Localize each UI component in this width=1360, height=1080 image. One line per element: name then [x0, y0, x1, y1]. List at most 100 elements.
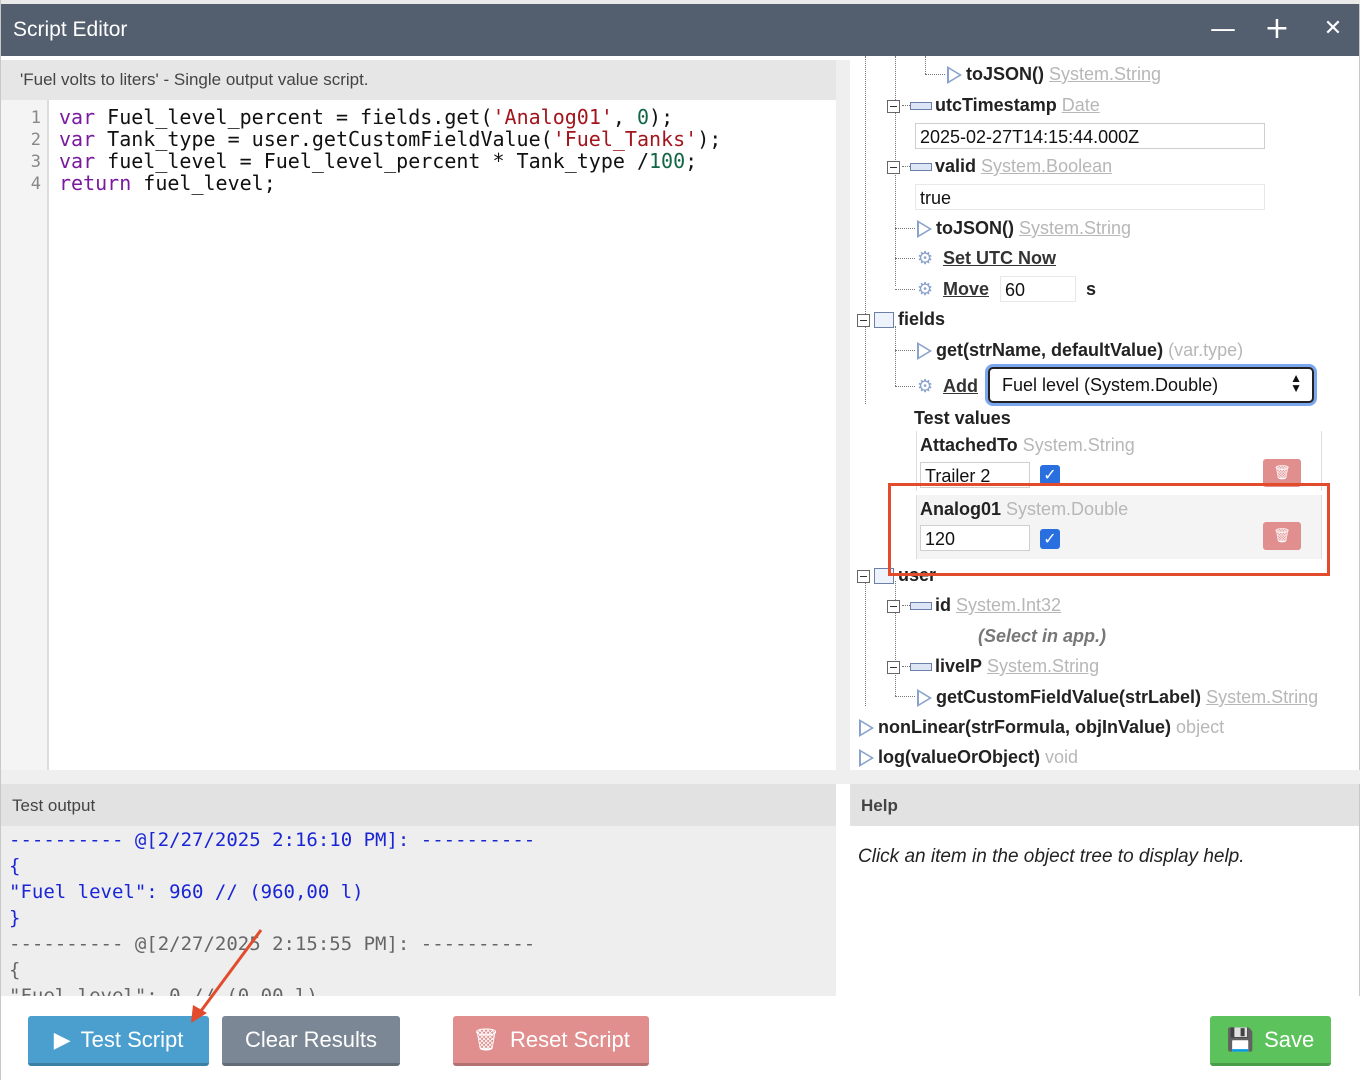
type-link[interactable]: System.Boolean — [981, 156, 1112, 176]
method-triangle-icon — [859, 749, 874, 768]
method-triangle-icon — [917, 220, 932, 239]
tree-item-log[interactable]: log(valueOrObject) void — [859, 746, 1078, 768]
add-field-action[interactable]: ⚙ Add — [917, 375, 978, 397]
collapse-minus-icon[interactable] — [887, 99, 900, 113]
type-link[interactable]: System.Int32 — [956, 595, 1061, 615]
type-link[interactable]: System.String — [1206, 687, 1318, 707]
method-triangle-icon — [917, 689, 932, 708]
output-line: ---------- @[2/27/2025 2:15:55 PM]: ----… — [9, 933, 536, 955]
script-description: 'Fuel volts to liters' - Single output v… — [1, 60, 836, 100]
code-line[interactable]: var Tank_type = user.getCustomFieldValue… — [59, 128, 721, 150]
code-text[interactable]: var Fuel_level_percent = fields.get('Ana… — [59, 106, 721, 194]
help-header: Help — [850, 784, 1359, 826]
test-values-label: Test values — [914, 408, 1011, 428]
tree-line — [895, 350, 915, 351]
collapse-minus-icon[interactable] — [887, 660, 900, 674]
method-triangle-icon — [859, 719, 874, 738]
collapse-minus-icon[interactable] — [857, 313, 870, 327]
type-link[interactable]: Date — [1062, 95, 1100, 115]
tree-item-nonlinear[interactable]: nonLinear(strFormula, objInValue) object — [859, 716, 1224, 738]
type-link[interactable]: System.String — [1019, 218, 1131, 238]
output-line: "Fuel level": 960 // (960,00 l) — [9, 881, 364, 903]
move-unit: s — [1086, 279, 1097, 299]
tree-item-fields[interactable]: fields — [857, 308, 945, 330]
tree-line — [865, 581, 866, 706]
tree-line — [895, 326, 896, 386]
method-triangle-icon — [917, 342, 932, 361]
field-type-select[interactable]: Fuel level (System.Double) ▲ ▼ — [988, 367, 1314, 403]
save-button[interactable]: 💾 Save — [1210, 1016, 1331, 1066]
property-icon — [910, 102, 932, 111]
tree-item-fields-get[interactable]: get(strName, defaultValue) (var.type) — [917, 339, 1243, 361]
test-output-header: Test output — [1, 784, 836, 826]
tree-item-getcustomfieldvalue[interactable]: getCustomFieldValue(strLabel) System.Str… — [917, 686, 1318, 708]
line-number: 4 — [30, 174, 41, 194]
test-value-attachedto: AttachedTo System.String Trailer 2 ✓ 🗑 — [916, 431, 1322, 491]
floppy-disk-icon: 💾 — [1226, 1028, 1255, 1053]
type-link[interactable]: System.String — [1049, 64, 1161, 84]
method-triangle-icon — [947, 66, 962, 85]
minimize-button[interactable]: — — [1206, 12, 1240, 46]
trash-icon: 🗑 — [1273, 465, 1291, 481]
tree-item-tojson[interactable]: toJSON() System.String — [917, 217, 1131, 239]
collapse-minus-icon[interactable] — [887, 160, 900, 174]
tree-line — [925, 56, 926, 74]
tree-item-liveip[interactable]: liveIP System.String — [887, 655, 1099, 677]
output-line: } — [9, 907, 21, 929]
test-value-type: System.String — [1022, 435, 1135, 455]
code-line[interactable]: var fuel_level = Fuel_level_percent * Ta… — [59, 150, 721, 172]
property-icon — [910, 602, 932, 611]
gear-icon: ⚙ — [917, 279, 934, 301]
type-link[interactable]: System.String — [987, 656, 1099, 676]
property-icon — [910, 663, 932, 672]
utc-timestamp-input[interactable]: 2025-02-27T14:15:44.000Z — [915, 123, 1265, 149]
line-number: 3 — [30, 152, 41, 172]
tree-line — [895, 228, 915, 229]
reset-script-button[interactable]: 🗑 Reset Script — [453, 1016, 649, 1066]
object-tree: toJSON() System.String utcTimestamp Date… — [850, 56, 1359, 770]
horizontal-splitter[interactable] — [1, 770, 1360, 784]
select-in-app-note: (Select in app.) — [978, 626, 1107, 646]
code-editor[interactable]: 1 2 3 4 var Fuel_level_percent = fields.… — [1, 100, 836, 770]
help-text: Click an item in the object tree to disp… — [850, 826, 1359, 996]
tree-line — [895, 258, 915, 259]
valid-input[interactable]: true — [915, 184, 1265, 210]
move-seconds-input[interactable]: 60 — [1000, 276, 1076, 302]
clear-results-button[interactable]: Clear Results — [222, 1016, 400, 1066]
output-line: ---------- @[2/27/2025 2:16:10 PM]: ----… — [9, 829, 536, 851]
property-icon — [910, 163, 932, 172]
output-line: { — [9, 959, 21, 981]
tree-line — [865, 56, 866, 404]
move-action[interactable]: ⚙ Move — [917, 278, 989, 300]
collapse-minus-icon[interactable] — [887, 599, 900, 613]
collapse-minus-icon[interactable] — [857, 569, 870, 583]
maximize-button[interactable]: + — [1260, 12, 1294, 46]
test-script-button[interactable]: ▶ Test Script — [28, 1016, 209, 1066]
tree-line — [895, 289, 915, 290]
close-button[interactable]: ✕ — [1316, 12, 1350, 46]
highlight-annotation-box — [888, 483, 1330, 576]
set-utc-now-action[interactable]: ⚙ Set UTC Now — [917, 247, 1056, 269]
output-line: { — [9, 855, 21, 877]
tree-line — [925, 74, 945, 75]
play-icon: ▶ — [53, 1028, 71, 1053]
code-line[interactable]: var Fuel_level_percent = fields.get('Ana… — [59, 106, 721, 128]
tree-item-utctimestamp[interactable]: utcTimestamp Date — [887, 94, 1100, 116]
tree-item-user-id[interactable]: id System.Int32 — [887, 594, 1061, 616]
script-editor-window: Script Editor — + ✕ 'Fuel volts to liter… — [0, 0, 1360, 1080]
test-output-panel: ---------- @[2/27/2025 2:16:10 PM]: ----… — [1, 826, 836, 996]
tree-line — [895, 696, 915, 697]
test-value-checkbox[interactable]: ✓ — [1040, 465, 1060, 485]
gear-icon: ⚙ — [917, 248, 934, 270]
test-value-name: AttachedTo — [920, 435, 1018, 455]
output-line: "Fuel level": 0 // (0,00 l) — [9, 985, 318, 996]
tree-item-tojson-top[interactable]: toJSON() System.String — [947, 63, 1161, 85]
line-number-gutter: 1 2 3 4 — [1, 100, 49, 770]
code-line[interactable]: return fuel_level; — [59, 172, 721, 194]
vertical-splitter[interactable] — [836, 60, 850, 780]
line-number: 1 — [30, 108, 41, 128]
window-title: Script Editor — [13, 18, 128, 41]
line-number: 2 — [30, 130, 41, 150]
tree-item-valid[interactable]: valid System.Boolean — [887, 155, 1112, 177]
object-icon — [874, 312, 894, 329]
